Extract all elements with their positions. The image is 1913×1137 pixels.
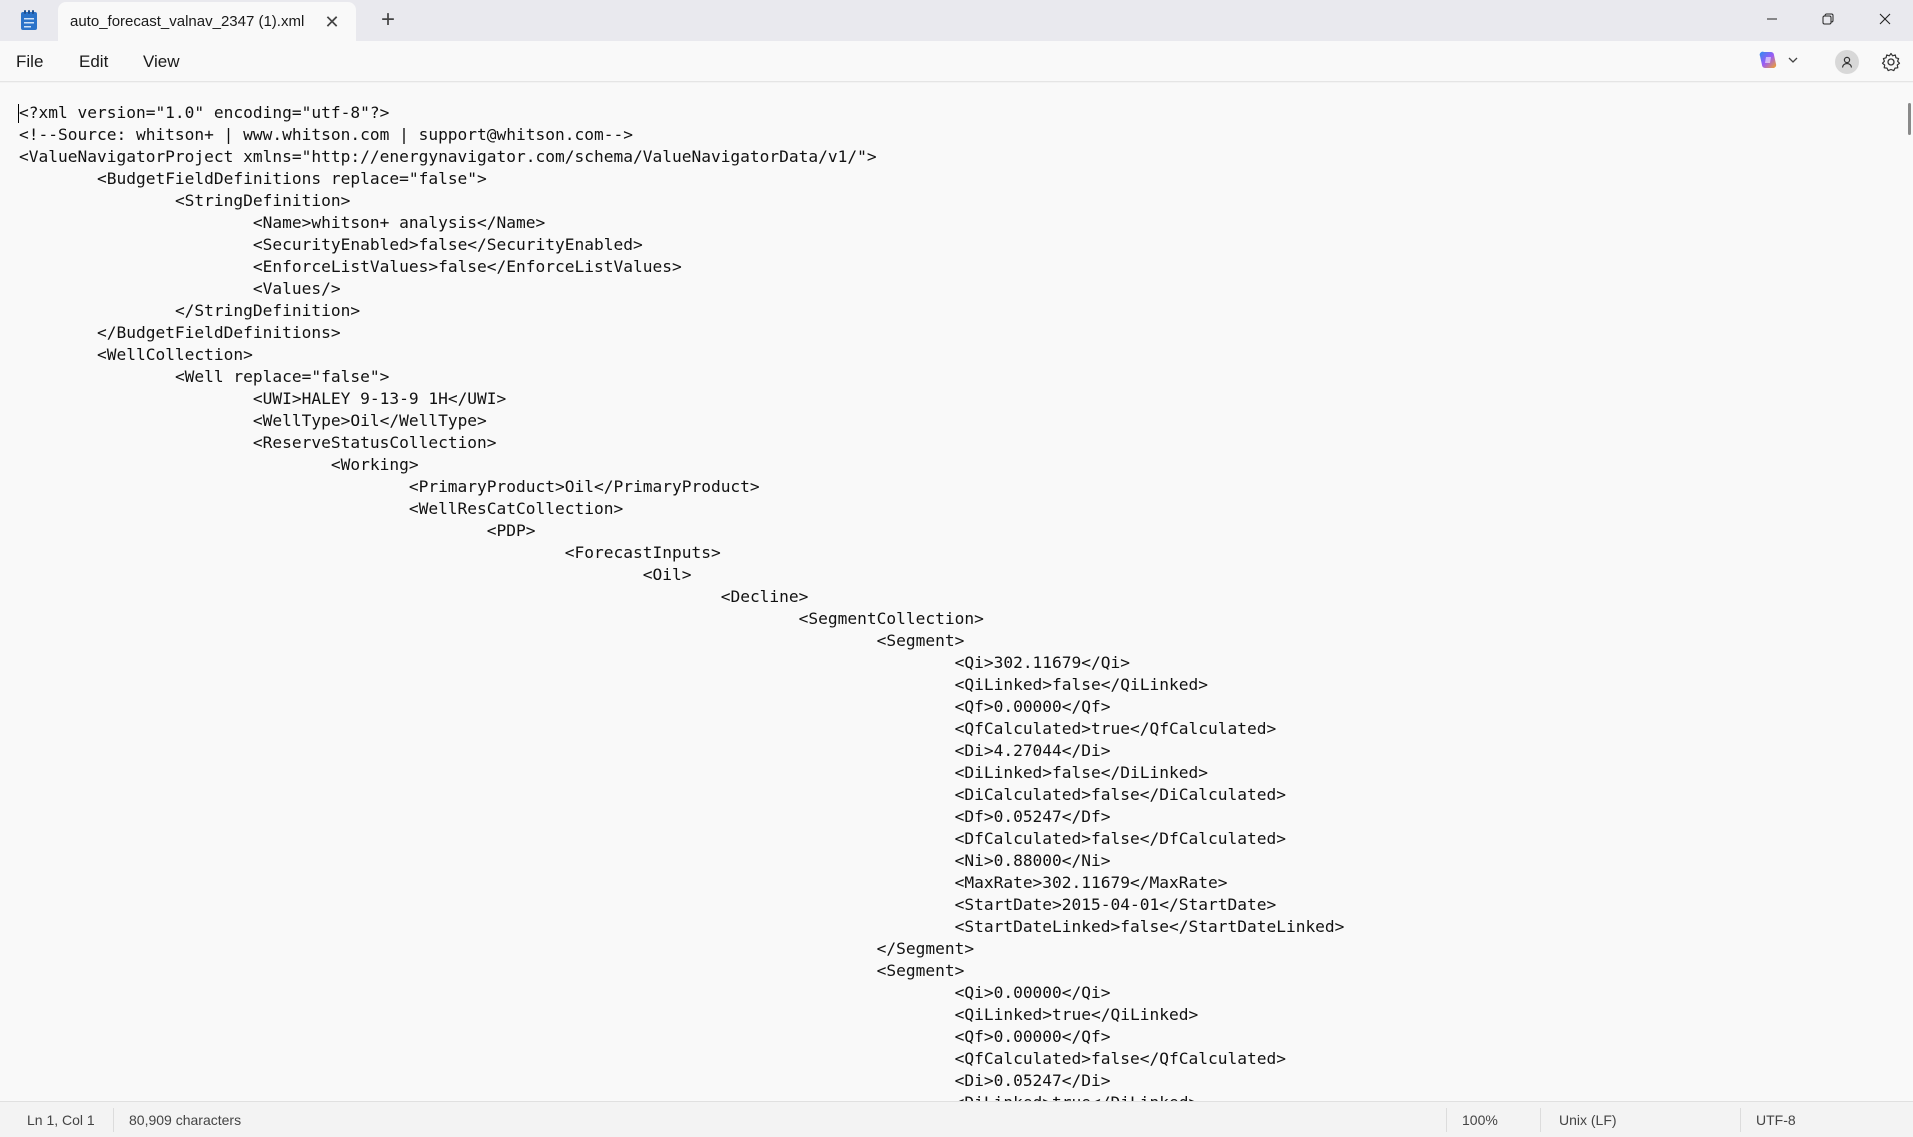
zoom-level[interactable]: 100% [1462, 1112, 1498, 1128]
restore-icon[interactable] [1800, 0, 1856, 38]
editor-line[interactable]: <StartDateLinked>false</StartDateLinked> [19, 916, 1345, 938]
title-bar: auto_forecast_valnav_2347 (1).xml ✕ + [0, 0, 1913, 41]
editor-line[interactable]: <QiLinked>false</QiLinked> [19, 674, 1344, 696]
editor-line[interactable]: <Segment> [19, 960, 1344, 982]
editor-line[interactable]: <PDP> [19, 520, 1344, 542]
editor-line[interactable]: <Name>whitson+ analysis</Name> [19, 212, 1344, 234]
editor-line[interactable]: <Ni>0.88000</Ni> [19, 850, 1344, 872]
status-divider [1740, 1108, 1741, 1132]
editor-line[interactable]: <ForecastInputs> [19, 542, 1344, 564]
editor-line[interactable]: <StringDefinition> [19, 190, 1344, 212]
editor-line[interactable]: <Qf>0.00000</Qf> [19, 696, 1344, 718]
editor-line[interactable]: <UWI>HALEY 9-13-9 1H</UWI> [19, 388, 1344, 410]
status-bar: Ln 1, Col 1 80,909 characters 100% Unix … [0, 1101, 1913, 1137]
status-divider [1540, 1108, 1541, 1132]
file-encoding[interactable]: UTF-8 [1756, 1112, 1796, 1128]
editor-line[interactable]: <Di>4.27044</Di> [19, 740, 1344, 762]
editor-line[interactable]: <Df>0.05247</Df> [19, 806, 1344, 828]
editor-line[interactable]: </Segment> [19, 938, 1344, 960]
editor-line[interactable]: <Qi>302.11679</Qi> [19, 652, 1344, 674]
editor-line[interactable]: <DiLinked>true</DiLinked> [19, 1092, 1344, 1101]
editor-line[interactable]: <MaxRate>302.11679</MaxRate> [19, 872, 1344, 894]
editor-line[interactable]: <WellCollection> [19, 344, 1344, 366]
editor-line[interactable]: <Decline> [19, 586, 1344, 608]
editor-line[interactable]: <!--Source: whitson+ | www.whitson.com |… [19, 124, 1344, 146]
editor-line[interactable]: <ReserveStatusCollection> [19, 432, 1344, 454]
menu-edit[interactable]: Edit [79, 52, 108, 72]
editor-line[interactable]: <ValueNavigatorProject xmlns="http://ene… [19, 146, 1344, 168]
editor-line[interactable]: <QfCalculated>false</QfCalculated> [19, 1048, 1344, 1070]
editor-line[interactable]: <SecurityEnabled>false</SecurityEnabled> [19, 234, 1344, 256]
editor-line[interactable]: <DiLinked>false</DiLinked> [19, 762, 1344, 784]
editor-line[interactable]: <QiLinked>true</QiLinked> [19, 1004, 1344, 1026]
editor-content[interactable]: <?xml version="1.0" encoding="utf-8"?> <!… [19, 102, 1344, 1101]
notepad-icon [20, 9, 38, 31]
editor-line[interactable]: <StartDate>2015-04-01</StartDate> [19, 894, 1344, 916]
editor-line[interactable]: <QfCalculated>true</QfCalculated> [19, 718, 1344, 740]
line-ending[interactable]: Unix (LF) [1559, 1112, 1617, 1128]
vertical-scrollbar[interactable] [1908, 103, 1911, 135]
cursor-position: Ln 1, Col 1 [27, 1112, 95, 1128]
editor-line[interactable]: <Di>0.05247</Di> [19, 1070, 1344, 1092]
editor-line[interactable]: <PrimaryProduct>Oil</PrimaryProduct> [19, 476, 1344, 498]
editor-line[interactable]: <?xml version="1.0" encoding="utf-8"?> [19, 102, 1344, 124]
text-editor[interactable]: <?xml version="1.0" encoding="utf-8"?> <!… [0, 83, 1913, 1101]
minimize-icon[interactable] [1744, 0, 1800, 38]
gear-icon[interactable] [1879, 50, 1903, 74]
status-divider [113, 1108, 114, 1132]
tab-title: auto_forecast_valnav_2347 (1).xml [70, 13, 305, 30]
editor-line[interactable]: <Qf>0.00000</Qf> [19, 1026, 1344, 1048]
character-count: 80,909 characters [129, 1112, 242, 1128]
menu-file[interactable]: File [16, 52, 43, 72]
chevron-down-icon [1787, 53, 1799, 71]
editor-line[interactable]: <WellResCatCollection> [19, 498, 1344, 520]
editor-line[interactable]: <DiCalculated>false</DiCalculated> [19, 784, 1344, 806]
editor-line[interactable]: <Segment> [19, 630, 1344, 652]
menu-bar: File Edit View [0, 41, 1913, 82]
plus-icon[interactable]: + [374, 6, 402, 34]
editor-line[interactable]: </StringDefinition> [19, 300, 1344, 322]
window-close-icon[interactable] [1857, 0, 1913, 38]
editor-line[interactable]: <WellType>Oil</WellType> [19, 410, 1344, 432]
account-icon[interactable] [1835, 50, 1859, 74]
editor-line[interactable]: <SegmentCollection> [19, 608, 1344, 630]
editor-line[interactable]: <Oil> [19, 564, 1344, 586]
menu-view[interactable]: View [143, 52, 180, 72]
copilot-icon [1757, 49, 1779, 76]
editor-line[interactable]: <EnforceListValues>false</EnforceListVal… [19, 256, 1344, 278]
editor-line[interactable]: <DfCalculated>false</DfCalculated> [19, 828, 1344, 850]
editor-line[interactable]: <Qi>0.00000</Qi> [19, 982, 1344, 1004]
status-divider [1446, 1108, 1447, 1132]
tab-file[interactable]: auto_forecast_valnav_2347 (1).xml ✕ [58, 2, 356, 41]
editor-line[interactable]: <Working> [19, 454, 1344, 476]
editor-line[interactable]: <BudgetFieldDefinitions replace="false"> [19, 168, 1344, 190]
copilot-button[interactable] [1757, 49, 1809, 75]
editor-line[interactable]: </BudgetFieldDefinitions> [19, 322, 1344, 344]
editor-line[interactable]: <Well replace="false"> [19, 366, 1344, 388]
editor-line[interactable]: <Values/> [19, 278, 1344, 300]
close-icon[interactable]: ✕ [320, 10, 344, 34]
text-cursor [18, 104, 19, 123]
